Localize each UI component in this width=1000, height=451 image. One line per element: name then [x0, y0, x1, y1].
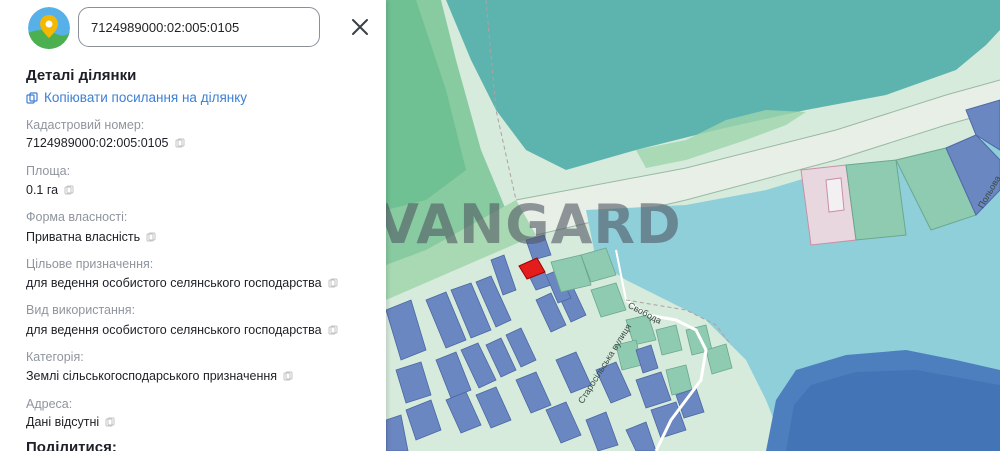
cadastral-number-value: 7124989000:02:005:0105 — [26, 136, 185, 150]
area-text: 0.1 га — [26, 183, 59, 197]
ownership-text: Приватна власність — [26, 230, 141, 244]
copy-icon[interactable] — [64, 185, 74, 195]
purpose-text: для ведення особистого селянського госпо… — [26, 276, 322, 290]
map-canvas[interactable] — [386, 0, 1000, 451]
purpose-label: Цільове призначення: — [26, 257, 154, 271]
copy-link-button[interactable]: Копіювати посилання на ділянку — [26, 90, 247, 105]
area-label: Площа: — [26, 164, 71, 178]
ownership-label: Форма власності: — [26, 210, 128, 224]
copy-icon[interactable] — [328, 325, 338, 335]
share-heading: Поділитися: — [26, 439, 117, 451]
copy-icon[interactable] — [105, 417, 115, 427]
copy-icon[interactable] — [175, 138, 185, 148]
address-value: Дані відсутні — [26, 415, 115, 429]
copy-icon[interactable] — [283, 371, 293, 381]
app-logo-icon[interactable] — [28, 7, 70, 49]
category-value: Землі сільськогосподарського призначення — [26, 369, 293, 383]
address-label: Адреса: — [26, 397, 73, 411]
usage-value: для ведення особистого селянського госпо… — [26, 323, 338, 337]
parcel-details-panel: Деталі ділянки Копіювати посилання на ді… — [0, 0, 386, 451]
copy-icon — [26, 91, 38, 104]
cadastral-number-text: 7124989000:02:005:0105 — [26, 136, 169, 150]
address-text: Дані відсутні — [26, 415, 100, 429]
purpose-value: для ведення особистого селянського госпо… — [26, 276, 338, 290]
cadastral-number-label: Кадастровий номер: — [26, 118, 145, 132]
panel-title: Деталі ділянки — [26, 67, 137, 84]
cadastral-map[interactable]: Старосільська вулиця Свобода Польова — [386, 0, 1000, 451]
search-input[interactable] — [78, 7, 320, 47]
copy-icon[interactable] — [328, 278, 338, 288]
copy-icon[interactable] — [146, 232, 156, 242]
close-icon[interactable] — [348, 15, 372, 39]
area-value: 0.1 га — [26, 183, 74, 197]
usage-label: Вид використання: — [26, 303, 136, 317]
copy-link-label: Копіювати посилання на ділянку — [44, 90, 248, 105]
ownership-value: Приватна власність — [26, 230, 156, 244]
category-label: Категорія: — [26, 350, 84, 364]
usage-text: для ведення особистого селянського госпо… — [26, 323, 322, 337]
category-text: Землі сільськогосподарського призначення — [26, 369, 278, 383]
